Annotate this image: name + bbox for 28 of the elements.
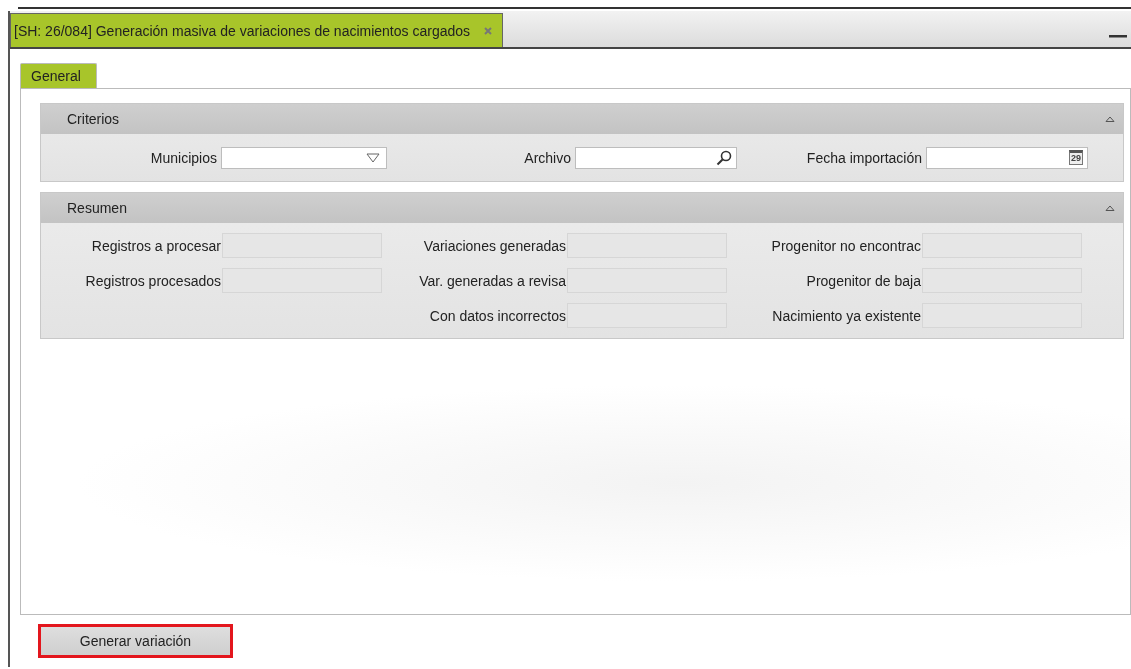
section-header[interactable]: Criterios xyxy=(41,104,1123,134)
window-title: [SH: 26/084] Generación masiva de variaciones de nacimientos cargados xyxy=(14,22,471,39)
calendar-icon[interactable]: 29 xyxy=(1069,150,1083,165)
field-label: Con datos incorrectos xyxy=(428,307,567,324)
section-title: Resumen xyxy=(67,200,127,216)
field-label: Nacimiento ya existente xyxy=(771,307,922,324)
tab[interactable]: General xyxy=(20,63,97,88)
dropdown-field[interactable] xyxy=(221,146,387,169)
generate-button[interactable]: Generar variación xyxy=(38,624,233,658)
dropdown-caret-icon[interactable] xyxy=(366,152,380,163)
collapse-caret-icon[interactable] xyxy=(1105,115,1115,123)
field-label: Municipios xyxy=(149,149,218,166)
field-label: Registros a procesar xyxy=(90,237,222,254)
section-title: Criterios xyxy=(67,111,120,127)
section-header[interactable]: Resumen xyxy=(41,193,1123,223)
minimize-icon[interactable] xyxy=(1109,35,1127,39)
window-tab[interactable]: [SH: 26/084] Generación masiva de variaciones de nacimientos cargados xyxy=(10,13,504,47)
search-field[interactable] xyxy=(575,146,737,169)
search-icon[interactable] xyxy=(716,149,732,166)
collapse-caret-icon[interactable] xyxy=(1105,204,1115,212)
field-label: Variaciones generadas xyxy=(422,237,567,254)
field-label: Archivo xyxy=(523,149,572,166)
field-label: Var. generadas a revisa xyxy=(418,272,567,289)
field-label: Progenitor no encontrac xyxy=(770,237,922,254)
field-label: Fecha importación xyxy=(805,149,923,166)
field-label: Progenitor de baja xyxy=(805,272,922,289)
date-field[interactable]: 29 xyxy=(926,146,1088,169)
field-label: Registros procesados xyxy=(84,272,222,289)
